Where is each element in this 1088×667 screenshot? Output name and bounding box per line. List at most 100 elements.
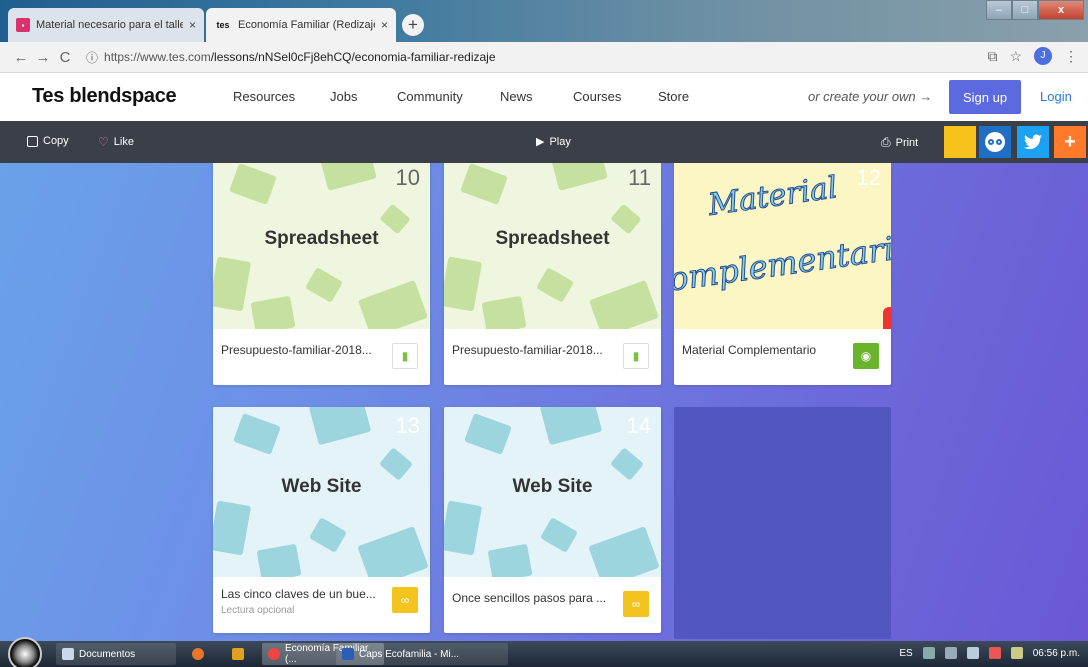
create-your-own-link[interactable]: or create your own → [808, 89, 932, 104]
play-button[interactable]: ▶ Play [536, 135, 571, 149]
card-number: 10 [395, 165, 420, 190]
heart-icon: ♡ [98, 135, 109, 149]
nav-store[interactable]: Store [658, 89, 689, 104]
lesson-card-14[interactable]: 14 Web Site Once sencillos pasos para ..… [444, 407, 661, 633]
printer-icon: ⎙ [881, 135, 891, 149]
empty-card-slot[interactable] [674, 407, 891, 639]
lesson-card-13[interactable]: 13 Web Site Las cinco claves de un bue..… [213, 407, 430, 633]
os-taskbar: Documentos Economía Familiar (... Caps E… [0, 637, 1088, 667]
print-button[interactable]: ⎙ Print [881, 135, 918, 150]
share-yellow-button[interactable] [944, 126, 976, 158]
close-icon[interactable]: × [189, 18, 196, 32]
document-icon[interactable]: ▮ [392, 343, 418, 369]
lesson-card-10[interactable]: 10 Spreadsheet Presupuesto-familiar-2018… [213, 163, 430, 385]
chrome-icon [268, 648, 280, 660]
signup-button[interactable]: Sign up [949, 80, 1021, 114]
reload-icon[interactable]: C [54, 49, 76, 66]
card-number: 13 [395, 413, 420, 438]
profile-avatar[interactable]: J [1034, 47, 1052, 65]
forward-arrow-icon[interactable]: → [32, 49, 54, 66]
card-title[interactable]: Once sencillos pasos para ... [452, 591, 612, 605]
copy-button[interactable]: Copy [27, 135, 69, 147]
volume-icon[interactable] [966, 647, 979, 659]
folder-icon [62, 648, 74, 660]
card-thumbnail: 13 Web Site [213, 407, 430, 577]
card-thumbnail: Material omplementari 12 [674, 163, 891, 329]
nav-news[interactable]: News [500, 89, 533, 104]
taskbar-documentos[interactable]: Documentos [56, 643, 176, 665]
word-icon [342, 648, 354, 660]
translate-icon[interactable]: ⧉ [987, 48, 997, 65]
link-icon[interactable]: ∞ [392, 587, 418, 613]
nav-resources[interactable]: Resources [233, 89, 295, 104]
share-owl-button[interactable] [979, 126, 1011, 158]
lesson-toolbar: Copy ♡ Like ▶ Play ⎙ Print + [0, 121, 1088, 163]
pink-square-icon: ▪ [16, 18, 30, 32]
clock[interactable]: 06:56 p.m. [1033, 648, 1080, 659]
info-icon[interactable]: ⓘ [86, 49, 98, 66]
card-thumbnail: 11 Spreadsheet [444, 163, 661, 329]
maximize-button[interactable]: □ [1012, 0, 1038, 20]
card-number: 12 [856, 165, 881, 190]
language-indicator[interactable]: ES [899, 648, 912, 659]
taskbar-label: Documentos [79, 648, 136, 660]
image-text-complementario: omplementari [674, 229, 891, 299]
close-icon[interactable]: × [381, 18, 388, 32]
card-title[interactable]: Material Complementario [682, 343, 842, 357]
share-more-button[interactable]: + [1054, 126, 1086, 158]
nav-community[interactable]: Community [397, 89, 463, 104]
tab-title: Economía Familiar (Redizaje) - Le [238, 19, 375, 31]
taskbar-media[interactable] [226, 643, 250, 665]
card-title[interactable]: Presupuesto-familiar-2018... [452, 343, 612, 357]
lesson-card-11[interactable]: 11 Spreadsheet Presupuesto-familiar-2018… [444, 163, 661, 385]
card-thumb-label: Spreadsheet [495, 228, 610, 249]
window-close-button[interactable]: x [1038, 0, 1084, 20]
url-path: /lessons/nNSel0cFj8ehCQ/economia-familia… [210, 50, 496, 64]
browser-tab-strip: ▪ Material necesario para el taller: × t… [0, 0, 1088, 42]
start-button[interactable] [8, 637, 42, 667]
media-player-icon [232, 648, 244, 660]
taskbar-word[interactable]: Caps Ecofamilia - Mi... [336, 643, 508, 665]
card-title[interactable]: Presupuesto-familiar-2018... [221, 343, 381, 357]
nav-jobs[interactable]: Jobs [330, 89, 357, 104]
antivirus-icon[interactable] [988, 647, 1001, 659]
back-arrow-icon[interactable]: ← [10, 49, 32, 66]
star-icon[interactable]: ☆ [1009, 48, 1022, 65]
document-icon[interactable]: ▮ [623, 343, 649, 369]
share-twitter-button[interactable] [1017, 126, 1049, 158]
network-icon[interactable] [922, 647, 935, 659]
play-label: Play [549, 135, 571, 148]
link-icon[interactable]: ∞ [623, 591, 649, 617]
url-field[interactable]: ⓘ https://www.tes.com/lessons/nNSel0cFj8… [86, 49, 496, 66]
card-thumb-label: Web Site [281, 476, 362, 497]
copy-label: Copy [43, 135, 69, 147]
tes-icon: tes [216, 20, 230, 30]
card-title[interactable]: Las cinco claves de un bue... [221, 587, 381, 601]
nav-courses[interactable]: Courses [573, 89, 621, 104]
menu-icon[interactable]: ⋮ [1064, 48, 1078, 65]
like-button[interactable]: ♡ Like [98, 135, 134, 149]
flag-icon[interactable] [944, 647, 957, 659]
plus-icon: + [1064, 130, 1076, 153]
browser-tab-economia[interactable]: tes Economía Familiar (Redizaje) - Le × [206, 8, 396, 42]
like-label: Like [113, 136, 134, 148]
system-tray: ES 06:56 p.m. [899, 647, 1080, 659]
url-host: https://www.tes.com [104, 50, 211, 64]
play-icon: ▶ [536, 136, 545, 148]
card-thumb-label: Web Site [512, 476, 593, 497]
camera-icon[interactable]: ◉ [853, 343, 879, 369]
taskbar-firefox[interactable] [186, 643, 210, 665]
minimize-button[interactable]: – [986, 0, 1012, 20]
site-logo[interactable]: Tes blendspace [32, 85, 177, 108]
lesson-card-12[interactable]: Material omplementari 12 Material Comple… [674, 163, 891, 385]
card-number: 11 [628, 165, 651, 190]
site-header: Tes blendspace Resources Jobs Community … [0, 73, 1088, 121]
card-thumbnail: 14 Web Site [444, 407, 661, 577]
browser-tab-material[interactable]: ▪ Material necesario para el taller: × [8, 8, 204, 42]
tab-title: Material necesario para el taller: [36, 19, 183, 31]
login-link[interactable]: Login [1040, 89, 1072, 104]
tray-tool-icon[interactable] [1010, 647, 1023, 659]
new-tab-button[interactable]: + [402, 14, 424, 36]
twitter-icon [1024, 134, 1042, 150]
taskbar-label: Caps Ecofamilia - Mi... [359, 648, 460, 660]
